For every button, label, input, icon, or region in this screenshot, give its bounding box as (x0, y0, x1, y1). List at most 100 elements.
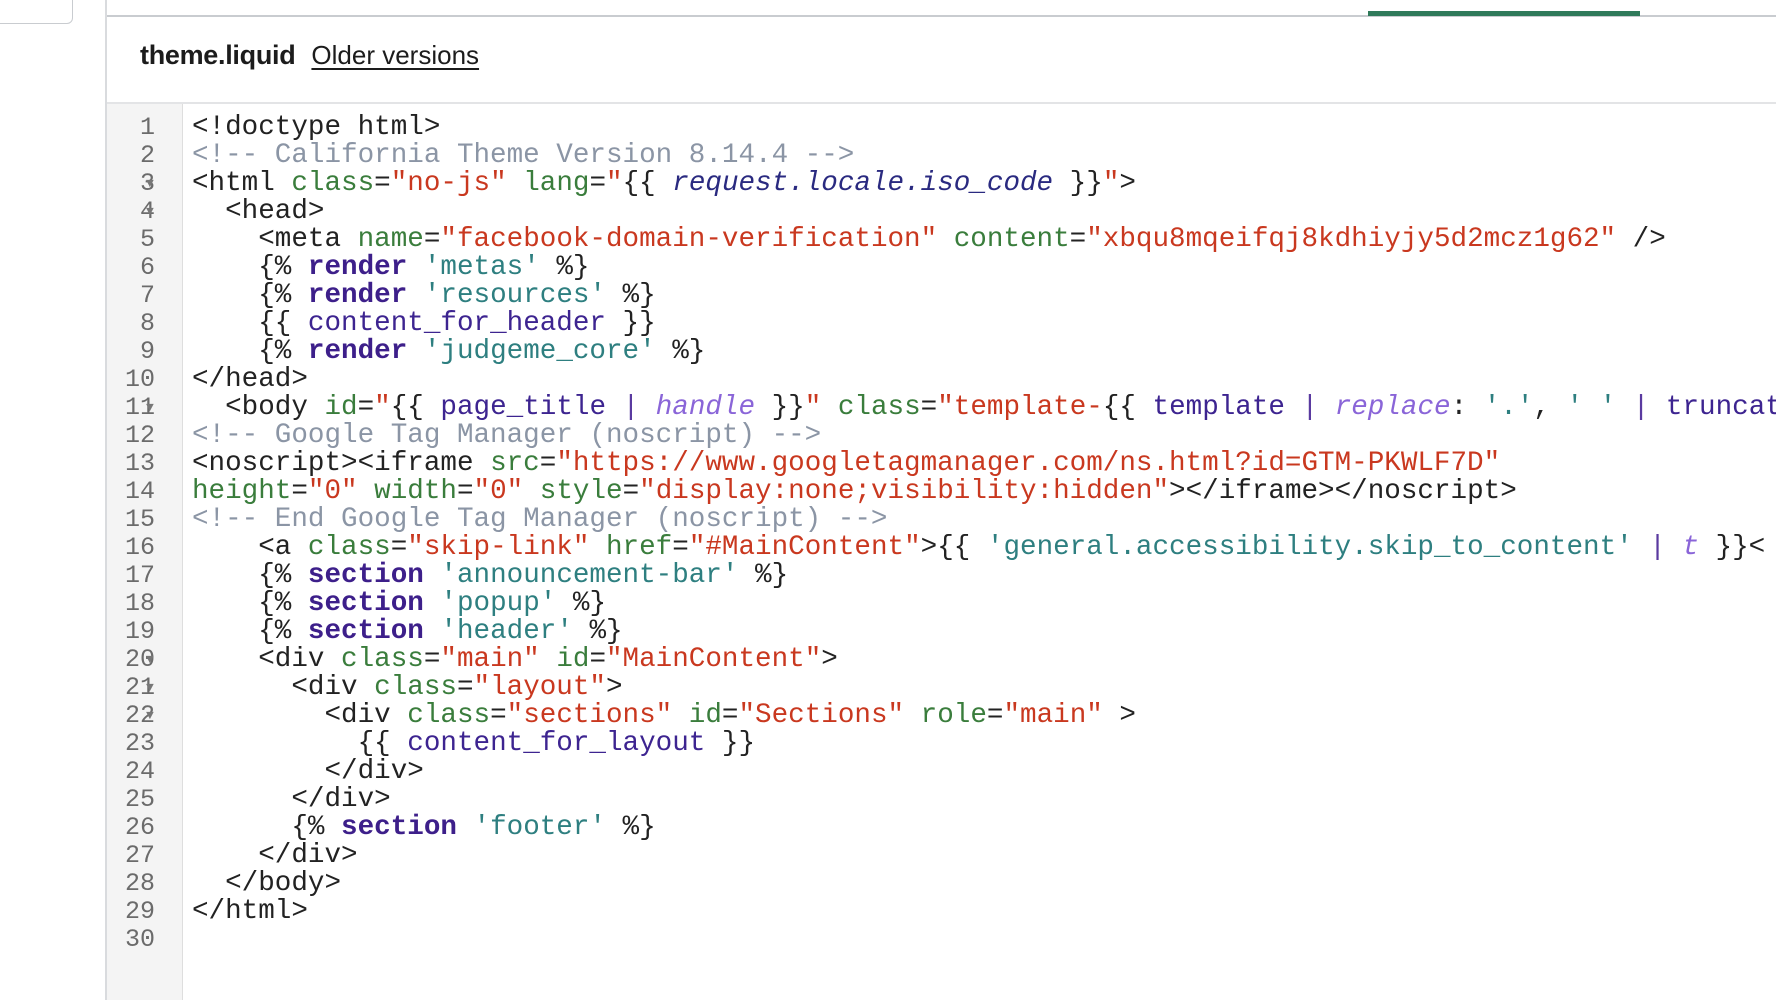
liquid-string: 'announcement-bar' (440, 560, 739, 591)
code-line[interactable]: 30 (125, 926, 1776, 954)
code-text: <!doctype html> (192, 112, 441, 143)
code-line[interactable]: 7 {% render 'resources' %} (140, 282, 1776, 310)
code-line[interactable]: 9 {% render 'judgeme_core' %} (140, 336, 1776, 367)
code-text: ></iframe></noscript> (1169, 476, 1517, 507)
code-text: > (1102, 700, 1136, 731)
code-line[interactable]: 19 {% section 'header' %} (125, 616, 1776, 647)
pipe-operator: | (1649, 532, 1666, 563)
code-text: </div> (192, 784, 391, 815)
code-line[interactable]: 12 <!-- Google Tag Manager (noscript) --> (125, 422, 1776, 450)
code-line[interactable]: 26 {% section 'footer' %} (125, 812, 1776, 843)
string-value: "main" (440, 644, 540, 675)
older-versions-link[interactable]: Older versions (311, 40, 479, 71)
code-text: %} (572, 616, 623, 647)
code-area[interactable]: 1 <!doctype html> 2 <!-- California Theme V… (125, 112, 1776, 954)
code-line[interactable]: 10 </head> (125, 366, 1776, 394)
code-text: = (390, 532, 408, 563)
code-text: {{ (192, 728, 408, 759)
code-line[interactable]: 23 {{ content_for_layout }} (125, 728, 1776, 759)
fold-arrow-icon[interactable]: ▼ (146, 170, 160, 198)
liquid-variable: template (1152, 392, 1285, 423)
code-line[interactable]: 22 ▼ <div class="sections" id="Sections" … (125, 700, 1776, 731)
side-panel-edge (0, 0, 73, 24)
liquid-string: 'judgeme_core' (423, 336, 656, 367)
code-line[interactable]: 13 <noscript><iframe src="https://www.goo… (125, 448, 1776, 479)
active-tab-indicator[interactable] (1368, 11, 1640, 16)
code-line[interactable]: 25 </div> (125, 784, 1776, 815)
fold-arrow-icon[interactable]: ▼ (146, 702, 160, 730)
code-text: }} (705, 728, 756, 759)
code-text: = (490, 700, 507, 731)
liquid-keyword: section (307, 560, 424, 591)
code-text: = (374, 168, 391, 199)
code-text: /> (1616, 224, 1666, 255)
liquid-filter: t (1682, 532, 1699, 563)
code-line[interactable]: 29 </html> (125, 898, 1776, 926)
liquid-string: 'header' (440, 616, 573, 647)
liquid-string: ' ' (1566, 392, 1617, 423)
code-line[interactable]: 15 <!-- End Google Tag Manager (noscript)… (125, 506, 1776, 534)
liquid-variable: content_for_layout (407, 728, 706, 759)
line-number: 26 (124, 813, 155, 842)
code-line[interactable]: 17 {% section 'announcement-bar' %} (125, 560, 1776, 591)
code-line[interactable]: 8 {{ content_for_header }} (140, 308, 1776, 339)
fold-arrow-icon[interactable]: ▼ (146, 646, 160, 674)
code-line[interactable]: 27 </div> (125, 842, 1776, 870)
code-line[interactable]: 18 {% section 'popup' %} (125, 588, 1776, 619)
line-number: 29 (124, 897, 155, 926)
file-header: theme.liquid Older versions (140, 40, 479, 71)
code-line[interactable]: 6 {% render 'metas' %} (140, 252, 1776, 283)
code-line[interactable]: 28 </body> (125, 870, 1776, 898)
liquid-string: '.' (1483, 392, 1534, 423)
code-line[interactable]: 1 <!doctype html> (140, 112, 1776, 143)
code-text: = (589, 644, 606, 675)
code-line[interactable]: 2 <!-- California Theme Version 8.14.4 --… (140, 142, 1776, 170)
code-line[interactable]: 5 <meta name="facebook-domain-verificati… (140, 224, 1776, 255)
code-text: > (821, 644, 838, 675)
line-number: 7 (139, 281, 155, 310)
code-text: <body (192, 392, 325, 423)
liquid-variable: page_title (440, 392, 607, 423)
fold-arrow-icon[interactable]: ▼ (146, 198, 160, 226)
fold-arrow-icon[interactable]: ▼ (146, 674, 160, 702)
code-text: <meta (192, 224, 358, 255)
string-value: "https://www.googletagmanager.com/ns.htm… (556, 448, 1501, 479)
code-text: <div (192, 644, 342, 675)
code-text: {{ (390, 392, 441, 423)
liquid-string: 'footer' (473, 812, 606, 843)
code-line[interactable]: 20 ▼ <div class="main" id="MainContent"> (125, 644, 1776, 675)
code-text: = (291, 476, 308, 507)
code-text: {{ (192, 308, 308, 339)
code-line[interactable]: 11 ▼ <body id="{{ page_title | handle }}"… (125, 392, 1776, 423)
code-text: = (721, 700, 739, 731)
line-number: 13 (124, 449, 155, 478)
code-text: {{ (622, 168, 673, 199)
attribute-name: class (837, 392, 921, 423)
code-editor[interactable]: 1 <!doctype html> 2 <!-- California Theme V… (107, 104, 1776, 1000)
liquid-keyword: render (307, 252, 408, 283)
code-line[interactable]: 21 ▼ <div class="layout"> (125, 674, 1776, 702)
line-number: 25 (124, 785, 155, 814)
string-value: "#MainContent" (688, 532, 921, 563)
line-number: 5 (139, 225, 155, 254)
code-line[interactable]: 4 ▼ <head> (140, 198, 1776, 226)
liquid-variable: content_for_header (307, 308, 606, 339)
code-line[interactable]: 14 height="0" width="0" style="display:no… (125, 476, 1776, 507)
fold-arrow-icon[interactable]: ▼ (146, 394, 160, 422)
string-value: "sections" (506, 700, 673, 731)
liquid-keyword: section (307, 616, 424, 647)
code-line[interactable]: 3 ▼ <html class="no-js" lang="{{ request.l… (140, 168, 1776, 199)
code-line[interactable]: 16 <a class="skip-link" href="#MainConte… (125, 532, 1776, 563)
liquid-keyword: render (307, 336, 408, 367)
code-text: = (1069, 224, 1087, 255)
code-line[interactable]: 24 </div> (125, 758, 1776, 786)
